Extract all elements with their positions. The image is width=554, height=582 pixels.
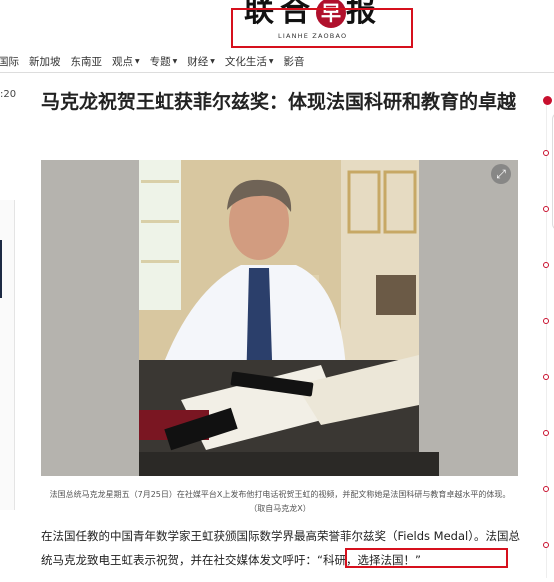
highlight-box-logo	[231, 8, 413, 48]
timeline-dot[interactable]	[543, 430, 549, 436]
timeline-dot[interactable]	[543, 486, 549, 492]
article-title: 马克龙祝贺王虹获菲尔兹奖：体现法国科研和教育的卓越	[41, 91, 517, 113]
nav-item-finance[interactable]: 财经 ▼	[187, 54, 215, 69]
timeline-dot[interactable]	[543, 206, 549, 212]
nav-item-video[interactable]: 影音	[284, 54, 305, 69]
nav-item-culture-life[interactable]: 文化生活 ▼	[225, 54, 274, 69]
right-timeline	[530, 88, 554, 582]
chevron-down-icon: ▼	[135, 58, 140, 65]
timeline-dot[interactable]	[543, 318, 549, 324]
expand-icon[interactable]: ⤢	[491, 164, 511, 184]
left-sidebar-marker	[0, 240, 2, 298]
nav-item-special[interactable]: 专题 ▼	[150, 54, 178, 69]
nav-item-southeast-asia[interactable]: 东南亚	[71, 54, 103, 69]
timeline-dot[interactable]	[543, 150, 549, 156]
left-sidebar-edge	[0, 200, 15, 510]
nav-item-singapore[interactable]: 新加坡	[29, 54, 61, 69]
photo-caption: 法国总统马克龙星期五（7月25日）在社媒平台X上发布他打电话祝贺王虹的视频，并配…	[49, 490, 511, 513]
timeline-line	[546, 98, 547, 578]
chevron-down-icon: ▼	[210, 58, 215, 65]
timeline-dot[interactable]	[543, 542, 549, 548]
timeline-dot[interactable]	[543, 262, 549, 268]
nav-item-opinion[interactable]: 观点 ▼	[112, 54, 140, 69]
chevron-down-icon: ▼	[268, 58, 274, 65]
highlight-box-quote	[345, 548, 508, 568]
timeline-dot[interactable]	[543, 374, 549, 380]
nav-item-international[interactable]: 国际	[0, 54, 19, 69]
chevron-down-icon: ▼	[172, 58, 178, 65]
main-nav: 国际 新加坡 东南亚 观点 ▼ 专题 ▼ 财经 ▼ 文化生活 ▼ 影音	[0, 50, 554, 73]
timeline-active-dot[interactable]	[543, 96, 552, 105]
timestamp-fragment: :20	[0, 89, 17, 100]
article-photo[interactable]	[41, 160, 518, 476]
photo-illustration	[41, 160, 518, 476]
